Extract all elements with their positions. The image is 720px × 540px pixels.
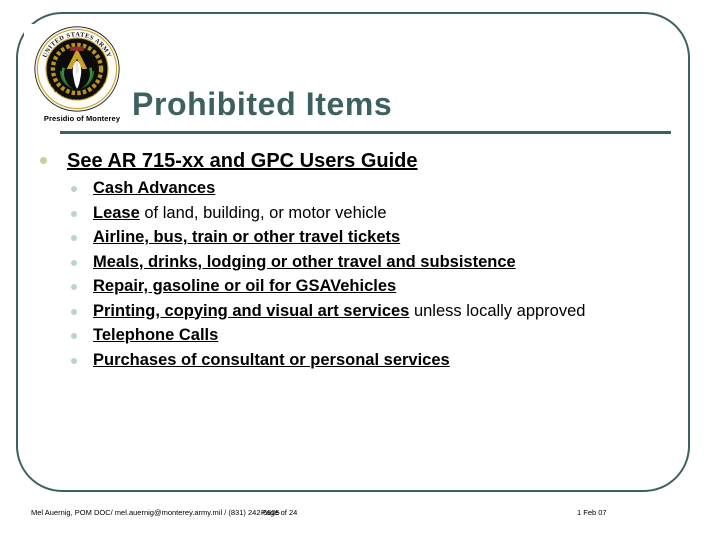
bullet-level2-icon — [71, 308, 77, 315]
slide-canvas: UNITED STATES ARMY ACQUISITION CORPS Pre… — [0, 0, 720, 540]
logo-caption: Presidio of Monterey — [43, 114, 121, 123]
list-item-emphasis: Repair, gasoline or oil for GSAVehicles — [93, 277, 397, 295]
list-item-emphasis: Lease — [93, 203, 140, 222]
footer-date: 1 Feb 07 — [577, 508, 607, 517]
list-item: Telephone Calls — [68, 324, 676, 348]
list-item-rest: of land, building, or motor vehicle — [139, 203, 387, 222]
list-item: Lease of land, building, or motor vehicl… — [68, 202, 676, 226]
army-acquisition-corps-seal-icon: UNITED STATES ARMY ACQUISITION CORPS — [34, 26, 120, 112]
list-item: Repair, gasoline or oil for GSAVehicles — [68, 275, 676, 299]
list-item-emphasis: Meals, drinks, lodging or other travel a… — [93, 252, 516, 271]
bullet-level2-icon — [71, 284, 77, 290]
prohibited-items-list: Cash Advances Lease of land, building, o… — [36, 177, 676, 372]
list-item: Cash Advances — [68, 177, 676, 201]
list-item: Purchases of consultant or personal serv… — [68, 349, 676, 373]
list-item: Printing, copying and visual art service… — [68, 300, 676, 324]
list-item-emphasis: Purchases of consultant or personal serv… — [93, 350, 450, 369]
list-item-text: Meals, drinks, lodging or other travel a… — [93, 251, 676, 275]
list-item-rest: unless locally approved — [409, 301, 586, 320]
list-item-text: Purchases of consultant or personal serv… — [93, 349, 676, 373]
bullet-level2-icon — [71, 186, 77, 192]
bullet-level2-icon — [71, 235, 77, 241]
list-item-emphasis: Airline, bus, train or other travel tick… — [93, 228, 401, 246]
heading-text: See AR 715-xx and GPC Users Guide — [67, 150, 418, 172]
list-item-emphasis: Cash Advances — [93, 179, 216, 197]
list-item-emphasis: Telephone Calls — [93, 326, 219, 344]
list-item-text: Airline, bus, train or other travel tick… — [93, 226, 676, 250]
bullet-level2-icon — [71, 210, 77, 217]
slide-body: See AR 715-xx and GPC Users Guide Cash A… — [36, 148, 676, 373]
list-item-text: Printing, copying and visual art service… — [93, 300, 676, 324]
list-item: Meals, drinks, lodging or other travel a… — [68, 251, 676, 275]
list-item-text: Cash Advances — [93, 177, 676, 201]
bullet-level2-icon — [71, 333, 77, 339]
footer-page-number: Page of 24 — [261, 508, 298, 517]
list-item-text: Lease of land, building, or motor vehicl… — [93, 202, 676, 226]
bullet-level2-icon — [71, 357, 77, 364]
bullet-level2-icon — [71, 259, 77, 266]
page-title: Prohibited Items — [132, 86, 393, 122]
organization-logo: UNITED STATES ARMY ACQUISITION CORPS Pre… — [31, 26, 131, 123]
bullet-level1-icon — [40, 157, 47, 164]
heading-bullet-item: See AR 715-xx and GPC Users Guide — [36, 148, 676, 174]
list-item-text: Repair, gasoline or oil for GSAVehicles — [93, 275, 676, 299]
footer-contact: Mel Auernig, POM DOC/ mel.auernig@monter… — [31, 508, 280, 517]
title-divider — [60, 131, 671, 134]
list-item-emphasis: Printing, copying and visual art service… — [93, 301, 410, 320]
list-item-text: Telephone Calls — [93, 324, 676, 348]
list-item: Airline, bus, train or other travel tick… — [68, 226, 676, 250]
